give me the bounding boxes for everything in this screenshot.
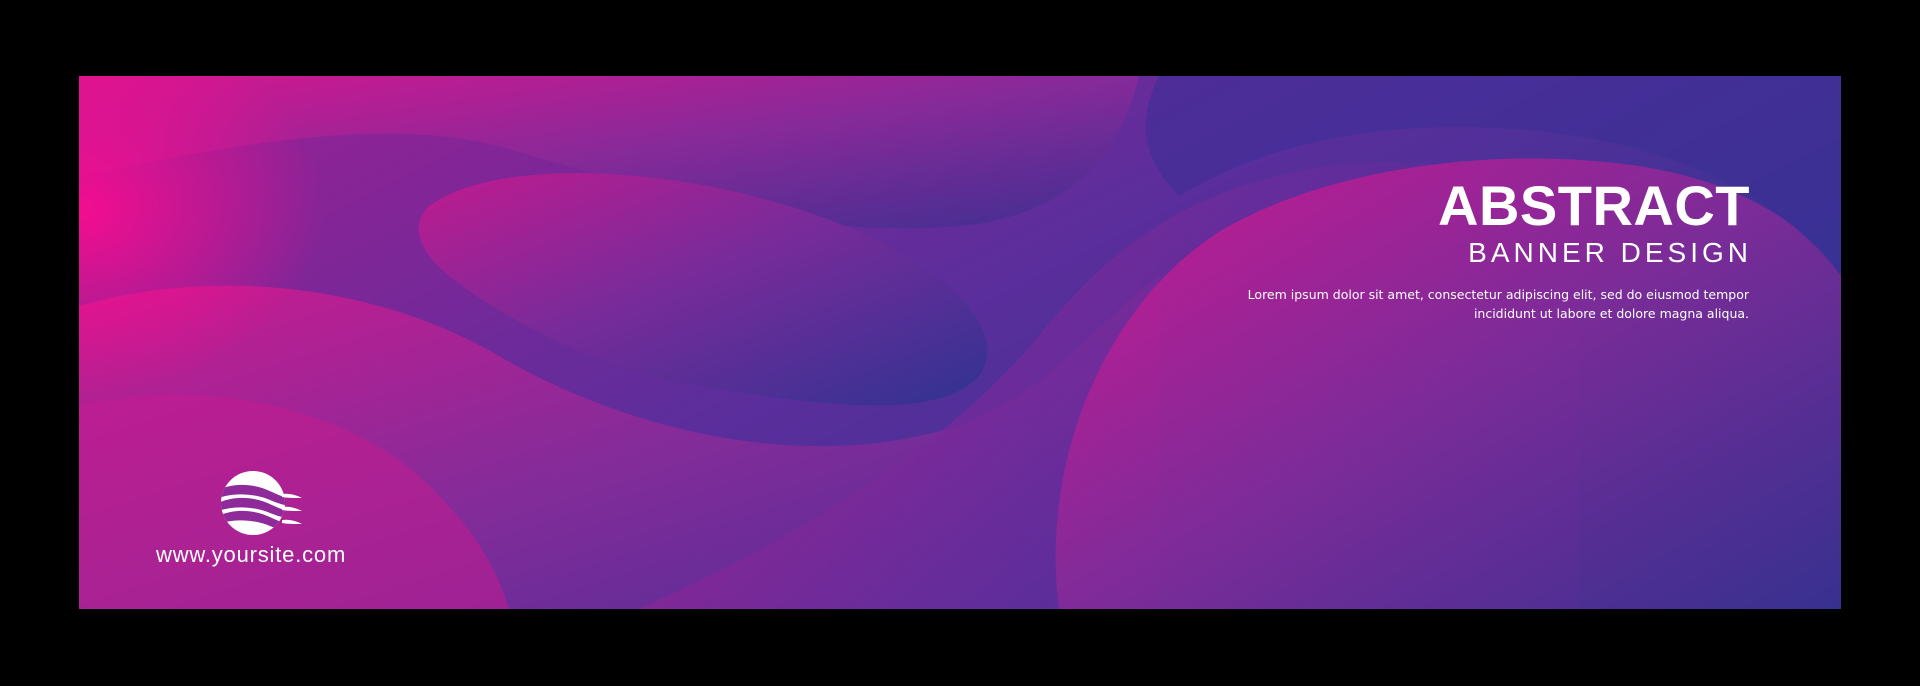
canvas-frame: ABSTRACT BANNER DESIGN Lorem ipsum dolor… [0,0,1920,686]
banner-title: ABSTRACT [1438,174,1750,237]
website-url[interactable]: www.yoursite.com [156,542,346,568]
body-line-1: Lorem ipsum dolor sit amet, consectetur … [1247,287,1749,302]
banner-body-text: Lorem ipsum dolor sit amet, consectetur … [1189,285,1749,323]
body-line-2: incididunt ut labore et dolore magna ali… [1473,306,1749,321]
abstract-wave-background [79,76,1841,609]
banner-subtitle: BANNER DESIGN [1468,237,1752,268]
abstract-banner: ABSTRACT BANNER DESIGN Lorem ipsum dolor… [79,76,1841,609]
sphere-waves-logo-icon [221,471,302,535]
